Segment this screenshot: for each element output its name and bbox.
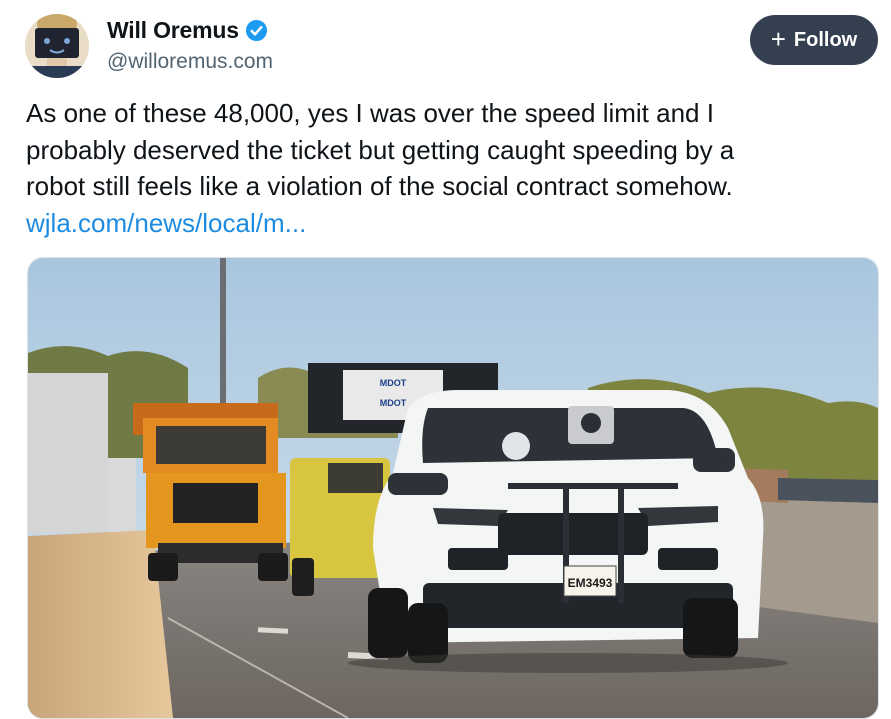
sign-text: MDOT: [380, 378, 407, 388]
post-card: Will Oremus @willoremus.com + Follow As …: [0, 0, 891, 719]
author-name-row: Will Oremus: [107, 17, 268, 44]
author-avatar[interactable]: [25, 14, 89, 78]
verified-badge-icon: [245, 19, 267, 42]
follow-label: Follow: [793, 28, 858, 51]
follow-button[interactable]: + Follow: [750, 15, 878, 65]
avatar-person-icon: [25, 14, 89, 78]
post-image[interactable]: MDOT MDOT EM3493: [27, 257, 879, 719]
sign-text: MDOT: [380, 398, 407, 408]
post-text: As one of these 48,000, yes I was over t…: [26, 95, 876, 241]
plus-icon: +: [770, 24, 786, 54]
author-name[interactable]: Will Oremus: [107, 17, 239, 44]
license-plate-text: EM3493: [568, 576, 613, 590]
speed-camera-vehicle-photo: MDOT MDOT EM3493: [28, 258, 878, 718]
post-text-line: As one of these 48,000, yes I was over t…: [26, 98, 714, 128]
post-link[interactable]: wjla.com/news/local/m...: [26, 208, 306, 238]
author-handle[interactable]: @willoremus.com: [107, 50, 273, 74]
post-text-line: robot still feels like a violation of th…: [26, 171, 733, 201]
post-text-line: probably deserved the ticket but getting…: [26, 134, 735, 165]
